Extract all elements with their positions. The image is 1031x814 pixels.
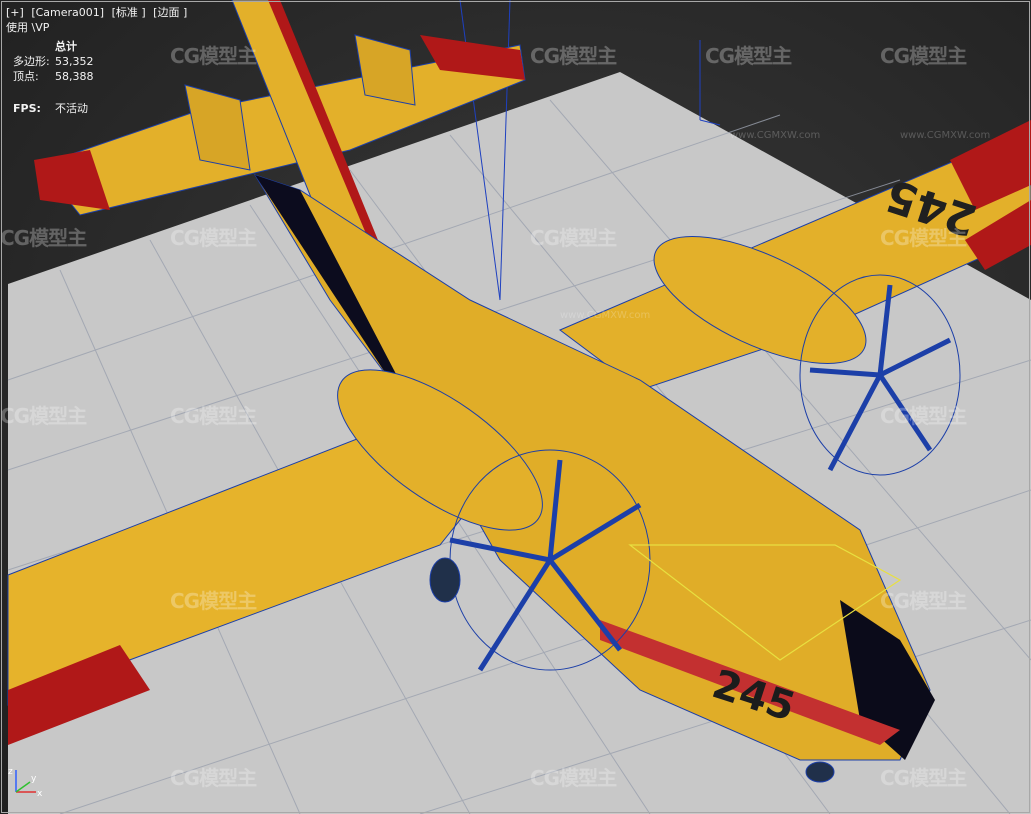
fps-overlay: FPS: 不活动 [13,102,88,116]
watermark-url: www.CGMXW.com [560,310,651,321]
watermark: CG模型主 [170,766,257,790]
axis-gizmo: z y x [8,767,43,798]
watermark: CG模型主 [880,766,967,790]
watermark: CG模型主 [530,766,617,790]
stats-polygons-value: 53,352 [55,54,94,68]
watermark: CG模型主 [170,226,257,250]
watermark: CG模型主 [170,404,257,428]
watermark: CG模型主 [0,226,87,250]
viewport-shading-button[interactable]: [标准 ] [112,6,146,19]
stats-polygons-label: 多边形: [13,54,50,68]
viewport-edges-button[interactable]: [边面 ] [153,6,187,19]
viewport-menu-button[interactable]: [+] [6,6,24,19]
watermark: CG模型主 [170,44,257,68]
axis-x-label: x [37,789,43,798]
watermark-url: www.CGMXW.com [730,130,821,141]
watermark: CG模型主 [880,226,967,250]
watermark-url: www.CGMXW.com [900,130,991,141]
viewport-label-menu: [+] [Camera001] [标准 ] [边面 ] [6,6,191,20]
viewport-subtitle: 使用 \VP [6,21,50,34]
stats-polygons-row: 多边形: 53,352 [13,54,94,69]
viewport-camera-button[interactable]: [Camera001] [31,6,104,19]
fps-value: 不活动 [55,102,88,115]
watermark: CG模型主 [880,589,967,613]
watermark: CG模型主 [170,589,257,613]
watermark: CG模型主 [0,404,87,428]
watermark: CG模型主 [880,404,967,428]
watermark: CG模型主 [705,44,792,68]
statistics-overlay: 总计 多边形: 53,352 顶点: 58,388 [13,39,94,84]
stats-vertices-value: 58,388 [55,69,94,83]
stats-vertices-label: 顶点: [13,69,39,83]
axis-y-label: y [31,774,37,784]
axis-z-label: z [8,767,13,777]
watermark: CG模型主 [880,44,967,68]
watermark: CG模型主 [530,44,617,68]
watermark: CG模型主 [530,226,617,250]
fps-label: FPS: [13,102,41,115]
camera-viewport[interactable]: 245 245 CG模型主 CG模型主 CG模型主 CG模型主 CG模型主 CG… [0,0,1031,814]
scene-render[interactable]: 245 245 [0,0,1031,814]
stats-vertices-row: 顶点: 58,388 [13,69,94,84]
stats-header: 总计 [55,39,77,53]
